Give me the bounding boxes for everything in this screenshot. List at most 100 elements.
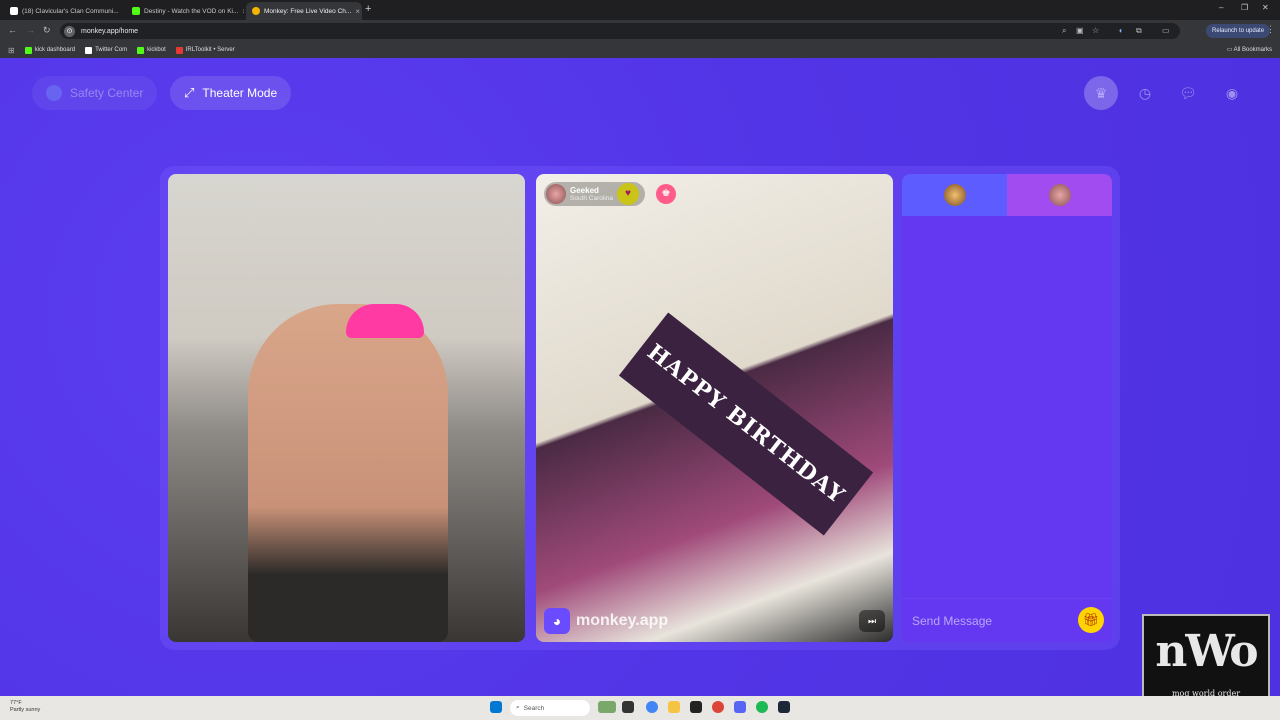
remote-user-info: Geeked South Carolina — [570, 186, 613, 203]
discord-icon[interactable] — [734, 701, 746, 713]
remote-user-location: South Carolina — [570, 194, 613, 202]
address-bar[interactable]: ⊙ monkey.app/home ⌕ ▣ ☆ ◖ ⧉ ▭ — [60, 23, 1180, 39]
remote-video: HAPPY BIRTHDAY Geeked South Carolina ♥ ♚… — [536, 174, 893, 642]
remote-user-badge[interactable]: Geeked South Carolina ♥ — [544, 182, 645, 206]
theater-mode-button[interactable]: ⤢ Theater Mode — [170, 76, 292, 110]
tab-label: Destiny - Watch the VOD on Ki... — [144, 7, 239, 15]
crown-icon[interactable]: ♛ — [1084, 76, 1118, 110]
remote-user-avatar — [1048, 184, 1071, 206]
chrome-profile-icon[interactable] — [712, 701, 724, 713]
kick-logo-icon — [24, 46, 32, 54]
window-close-icon[interactable]: ✕ — [1262, 3, 1269, 12]
site-info-icon[interactable]: ⊙ — [64, 25, 75, 37]
audio-icon[interactable]: ◖ — [1118, 26, 1123, 35]
birthday-banner: HAPPY BIRTHDAY — [618, 312, 874, 536]
all-bookmarks-label: All Bookmarks — [1233, 47, 1272, 53]
watermark-text: monkey.app — [576, 612, 669, 629]
apps-grid-icon[interactable]: ⊞ — [8, 46, 15, 55]
bookmark-label: Twitter Com — [95, 47, 128, 53]
shield-icon — [46, 85, 62, 101]
extensions-icon[interactable]: ⧉ — [1136, 26, 1142, 36]
bookmark-irltoolkit[interactable]: IRLToolkit • Server — [175, 46, 235, 54]
skip-button[interactable]: ⏭ — [859, 610, 885, 632]
search-placeholder: Search — [523, 704, 545, 712]
remote-user-avatar — [546, 184, 566, 204]
taskbar: 77°F Partly sunny ⌕ Search — [0, 696, 1280, 720]
close-icon[interactable]: × — [355, 7, 360, 16]
bookmark-label: IRLToolkit • Server — [185, 47, 235, 53]
weather-temp: 77°F — [10, 700, 22, 706]
back-arrow-icon[interactable]: ← — [8, 25, 17, 35]
taskbar-search[interactable]: ⌕ Search — [510, 700, 590, 716]
bookmark-kickbot[interactable]: kickbot — [137, 46, 166, 54]
safety-center-label: Safety Center — [70, 86, 144, 100]
start-icon[interactable] — [490, 701, 502, 713]
tab-destiny[interactable]: Destiny - Watch the VOD on Ki... × — [126, 2, 244, 20]
tab-label: Monkey: Free Live Video Ch... — [264, 7, 352, 15]
search-icon: ⌕ — [516, 704, 520, 711]
pink-cap — [346, 304, 424, 338]
cast-icon[interactable]: ▣ — [1076, 26, 1084, 35]
monkey-watermark: ◕ monkey.app — [544, 608, 668, 634]
irltoolkit-logo-icon — [175, 46, 183, 54]
weather-widget[interactable]: 77°F Partly sunny — [10, 700, 40, 714]
kick-logo-icon — [132, 7, 140, 15]
bookmark-twitter[interactable]: Twitter Com — [85, 46, 128, 54]
browser-toolbar: ← → ↻ ⊙ monkey.app/home ⌕ ▣ ☆ ◖ ⧉ ▭ Rela… — [0, 20, 1280, 42]
weather-desc: Partly sunny — [10, 707, 41, 713]
expand-icon: ⤢ — [184, 85, 195, 100]
browser-tab-bar: (18) Clavicular's Clan Communi... × Dest… — [0, 0, 1280, 20]
relaunch-button[interactable]: Relaunch to update — [1206, 24, 1271, 38]
gift-icon[interactable]: 🎁︎ — [1078, 607, 1104, 633]
chat-user-remote[interactable] — [1007, 174, 1112, 216]
tab-clavicular[interactable]: (18) Clavicular's Clan Communi... × — [4, 2, 122, 20]
local-person — [248, 304, 448, 642]
bookmarks-bar: ⊞ kick dashboard Twitter Com kickbot IRL… — [0, 42, 1280, 58]
badge-icon[interactable]: ♚ — [656, 184, 676, 204]
chrome-icon[interactable] — [646, 701, 658, 713]
heart-icon[interactable]: ♥ — [617, 183, 639, 205]
obs-icon[interactable] — [690, 701, 702, 713]
local-user-avatar — [943, 184, 966, 206]
new-tab-button[interactable]: + — [365, 3, 371, 15]
tab-label: (18) Clavicular's Clan Communi... — [22, 7, 119, 15]
send-message-placeholder: Send Message — [912, 613, 993, 628]
minimize-icon[interactable]: – — [1219, 3, 1223, 12]
safety-center-button[interactable]: Safety Center — [32, 76, 158, 110]
menu-dots-icon[interactable]: ⋮ — [1266, 24, 1275, 35]
remote-user-name: Geeked — [570, 185, 599, 195]
chat-bubble-icon[interactable]: 💬︎ — [1171, 76, 1205, 110]
url-text: monkey.app/home — [81, 27, 139, 35]
chat-user-local[interactable] — [902, 174, 1007, 216]
monkey-logo-icon — [252, 7, 260, 15]
reload-icon[interactable]: ↻ — [43, 25, 51, 36]
spotify-icon[interactable] — [756, 701, 768, 713]
monkey-app: Safety Center ⤢ Theater Mode ♛ ◷ 💬︎ ◉ HA… — [0, 58, 1280, 696]
history-icon[interactable]: ◷ — [1128, 76, 1162, 110]
bookmark-kick-dashboard[interactable]: kick dashboard — [24, 46, 75, 54]
local-video — [168, 174, 525, 642]
close-icon[interactable]: × — [242, 7, 244, 16]
monkey-logo-icon: ◕ — [544, 608, 570, 634]
chat-panel: Send Message 🎁︎ — [902, 174, 1112, 642]
zoom-icon[interactable]: ⌕ — [1062, 26, 1066, 36]
all-bookmarks-button[interactable]: ▭ All Bookmarks — [1227, 46, 1272, 53]
overlay-logo-text: nWo — [1155, 626, 1258, 677]
tab-monkey[interactable]: Monkey: Free Live Video Ch... × — [246, 2, 362, 20]
restore-icon[interactable]: ❐ — [1241, 3, 1248, 12]
sidepanel-icon[interactable]: ▭ — [1162, 26, 1170, 35]
bookmark-star-icon[interactable]: ☆ — [1092, 26, 1099, 35]
avatar-icon[interactable]: ◉ — [1215, 76, 1249, 110]
steam-icon[interactable] — [778, 701, 790, 713]
forward-arrow-icon[interactable]: → — [26, 25, 35, 35]
bookmark-label: kickbot — [147, 47, 166, 53]
x-logo-icon — [10, 7, 18, 15]
widget-icon[interactable] — [598, 701, 616, 713]
kick-logo-icon — [137, 46, 145, 54]
chat-header — [902, 174, 1112, 216]
video-stage: HAPPY BIRTHDAY Geeked South Carolina ♥ ♚… — [160, 166, 1120, 650]
task-view-icon[interactable] — [622, 701, 634, 713]
x-logo-icon — [85, 46, 93, 54]
file-explorer-icon[interactable] — [668, 701, 680, 713]
theater-mode-label: Theater Mode — [202, 86, 278, 100]
